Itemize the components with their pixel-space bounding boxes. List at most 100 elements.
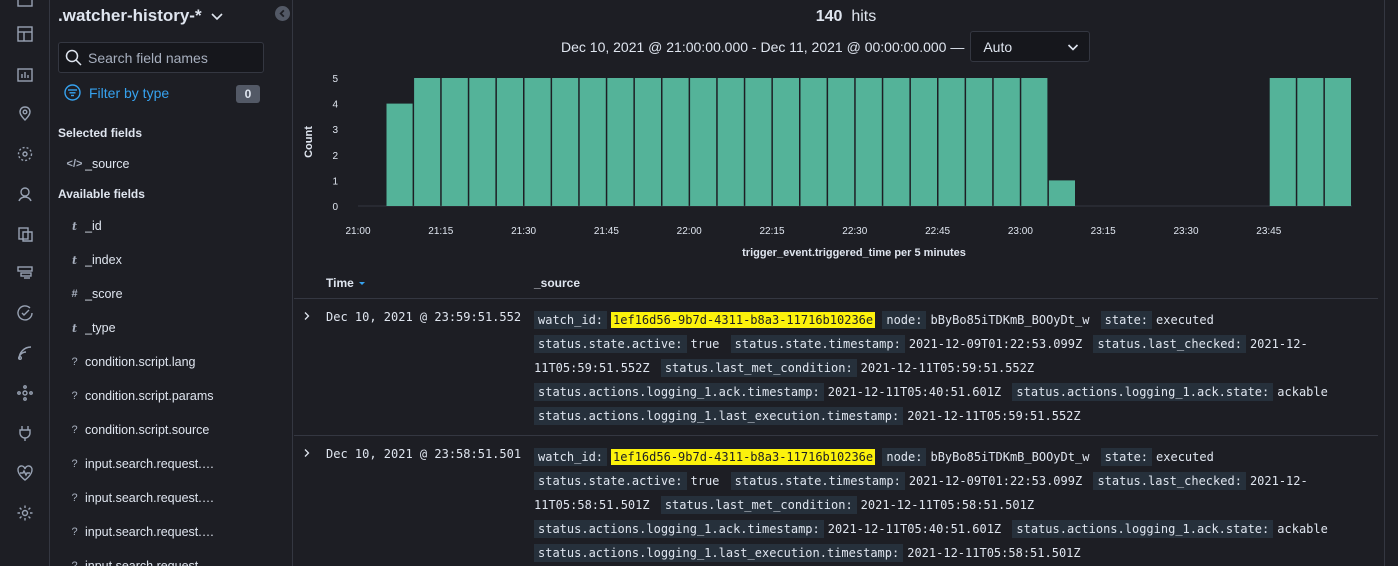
histogram-bar[interactable] [524, 78, 551, 206]
source-field-value: executed [1156, 313, 1214, 327]
histogram-bar[interactable] [414, 78, 441, 206]
histogram-svg: 0 1 2 3 4 5 Count 21:00 21:15 21:30 21:45 22:00 22:1… [303, 74, 1352, 259]
column-header-time[interactable]: Time [326, 276, 367, 290]
field-item[interactable]: # _score [64, 283, 122, 305]
filter-by-type-button[interactable]: Filter by type [64, 84, 169, 101]
histogram-bar[interactable] [1269, 78, 1296, 206]
histogram-bar[interactable] [634, 78, 661, 206]
row-timestamp: Dec 10, 2021 @ 23:59:51.552 [326, 310, 522, 324]
dashboard-icon[interactable] [16, 25, 34, 43]
source-field-key: status.state.active: [534, 335, 687, 353]
histogram-bar[interactable] [883, 78, 910, 206]
source-field-value: 2021-12-11T05:58:51.501Z [860, 498, 1035, 512]
interval-select[interactable]: Auto [970, 31, 1091, 62]
source-field-value: bByBo85iTDKmB_BOOyDt_w [930, 450, 1090, 464]
field-type-icon: # [71, 288, 78, 300]
nav-rail [0, 0, 50, 566]
x-tick-label: 21:00 [345, 226, 370, 237]
x-tick-label: 23:45 [1256, 226, 1281, 237]
visualize-icon[interactable] [16, 225, 34, 243]
histogram-bar[interactable] [938, 78, 965, 206]
filter-count-badge: 0 [236, 85, 260, 103]
apm-icon[interactable] [16, 344, 34, 362]
histogram-bar[interactable] [1297, 78, 1324, 206]
histogram-bar[interactable] [690, 78, 717, 206]
y-tick-label: 0 [332, 202, 338, 213]
expand-row-toggle[interactable] [302, 448, 312, 458]
index-pattern-selector[interactable]: .watcher-history-* [58, 6, 224, 26]
field-item[interactable]: ? input.search.request.body [64, 453, 215, 475]
collapse-sidebar-button[interactable] [275, 6, 290, 21]
field-item[interactable]: ? input.search.request.indices [64, 487, 215, 509]
field-item[interactable]: t _type [64, 317, 116, 339]
field-type-icon: ? [71, 492, 78, 504]
graph-icon[interactable] [16, 185, 34, 203]
field-type-icon: ? [71, 458, 78, 470]
source-field-key: status.actions.logging_1.ack.timestamp: [534, 383, 824, 401]
histogram-bar[interactable] [552, 78, 579, 206]
field-item[interactable]: t _id [64, 215, 102, 237]
field-item[interactable]: ? condition.script.params [64, 385, 213, 407]
histogram-bar[interactable] [745, 78, 772, 206]
field-item[interactable]: ? input.search.request.rest_total_hits_as… [64, 555, 215, 566]
stack-monitoring-icon[interactable] [16, 464, 34, 482]
histogram-bar[interactable] [386, 103, 413, 206]
y-tick-label: 4 [332, 100, 338, 111]
histogram-bar[interactable] [1048, 180, 1075, 206]
histogram-bar[interactable] [441, 78, 468, 206]
histogram-bar[interactable] [607, 78, 634, 206]
histogram-bar[interactable] [910, 78, 937, 206]
source-field-key: status.last_met_condition: [660, 496, 857, 514]
search-field-names-input[interactable] [88, 49, 258, 66]
histogram-bar[interactable] [855, 78, 882, 206]
page-scrollbar[interactable] [1384, 0, 1398, 566]
histogram-chart: 0 1 2 3 4 5 Count 21:00 21:15 21:30 21:45 22:00 22:1… [294, 66, 1398, 262]
field-item[interactable]: </> _source [64, 153, 130, 175]
field-item[interactable]: t _index [64, 249, 122, 271]
sort-descending-icon[interactable] [357, 278, 367, 288]
column-header-source: _source [534, 276, 580, 290]
histogram-bar[interactable] [662, 78, 689, 206]
histogram-bar[interactable] [469, 78, 496, 206]
ml-icon[interactable] [16, 145, 34, 163]
histogram-bar[interactable] [579, 78, 606, 206]
y-tick-label: 3 [332, 125, 338, 136]
source-field-value: ackable [1277, 385, 1328, 399]
x-tick-label: 22:45 [925, 226, 950, 237]
maps-icon[interactable] [16, 105, 34, 123]
dev-tools-icon[interactable] [16, 424, 34, 442]
index-pattern-label: .watcher-history-* [58, 6, 202, 25]
field-item[interactable]: ? condition.script.lang [64, 351, 195, 373]
histogram-bar[interactable] [772, 78, 799, 206]
hits-label: hits [851, 8, 877, 25]
histogram-bar[interactable] [828, 78, 855, 206]
histogram-bar[interactable] [1021, 78, 1048, 206]
chevron-down-icon [1068, 43, 1079, 51]
field-name: condition.script.source [85, 423, 210, 437]
field-item[interactable]: ? condition.script.source [64, 419, 209, 441]
field-sidebar: .watcher-history-* Filter by type 0 Sele… [50, 0, 293, 566]
discover-icon[interactable] [16, 0, 34, 8]
histogram-bar[interactable] [496, 78, 523, 206]
field-name: _type [85, 321, 116, 335]
source-field-key: status.state.timestamp: [730, 335, 905, 353]
source-field-value: 2021-12-09T01:22:53.099Z [908, 337, 1083, 351]
field-item[interactable]: ? input.search.request.search_type [64, 521, 215, 543]
field-type-icon: t [71, 321, 78, 335]
hits-count: 140 [815, 8, 843, 25]
x-tick-label: 22:15 [759, 226, 784, 237]
histogram-bar[interactable] [1324, 78, 1351, 206]
histogram-bar[interactable] [717, 78, 744, 206]
uptime-icon[interactable] [16, 304, 34, 322]
stack-management-icon[interactable] [16, 504, 34, 522]
canvas-icon[interactable] [16, 65, 34, 83]
logs-icon[interactable] [16, 264, 34, 282]
source-field-key: status.actions.logging_1.last_execution.… [534, 407, 904, 425]
fleet-icon[interactable] [16, 384, 34, 402]
histogram-bar[interactable] [966, 78, 993, 206]
source-field-value: bByBo85iTDKmB_BOOyDt_w [930, 313, 1090, 327]
histogram-bar[interactable] [800, 78, 827, 206]
expand-row-toggle[interactable] [302, 311, 312, 321]
x-tick-label: 22:30 [842, 226, 867, 237]
histogram-bar[interactable] [993, 78, 1020, 206]
